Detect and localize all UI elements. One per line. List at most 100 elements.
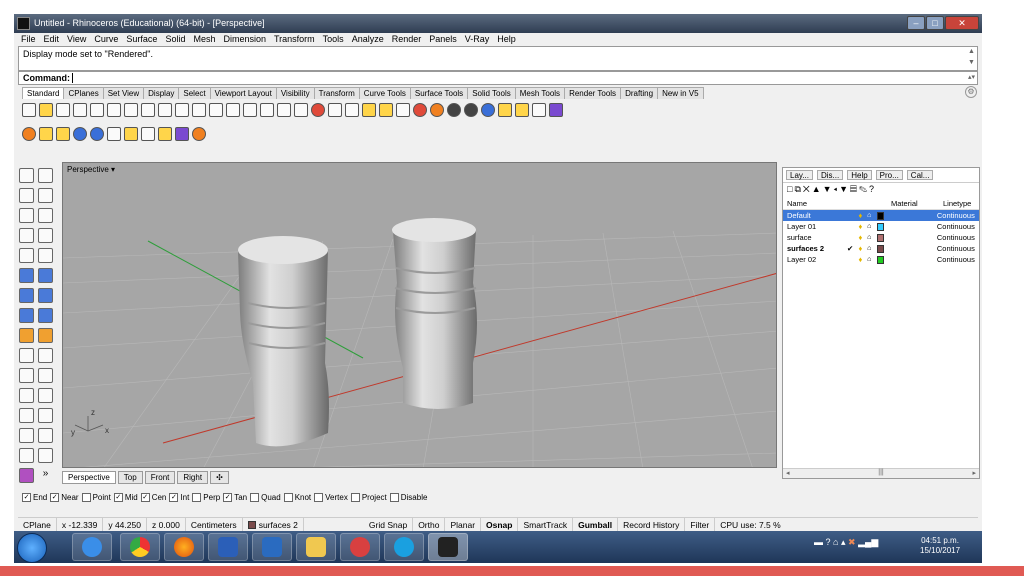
layer-name[interactable]: surfaces 2 [787, 244, 847, 253]
osnap-project[interactable]: Project [350, 492, 387, 502]
cylinder-icon[interactable] [19, 308, 34, 323]
close-button[interactable]: ✕ [945, 16, 979, 30]
osnap-int[interactable]: ✓ Int [169, 492, 189, 502]
taskbar-skype-icon[interactable] [384, 533, 424, 561]
sphere-icon[interactable] [38, 288, 53, 303]
zoom-icon[interactable] [209, 103, 223, 117]
delete-layer-icon[interactable]: ✕ [803, 184, 812, 194]
add-viewport-tab-icon[interactable]: ✣ [210, 471, 229, 484]
set-view-icon[interactable] [328, 103, 342, 117]
osnap-cen[interactable]: ✓ Cen [140, 492, 166, 502]
solid-tools-icon[interactable] [38, 308, 53, 323]
taskbar-rhino-icon[interactable] [428, 533, 468, 561]
tab-mesh-tools[interactable]: Mesh Tools [514, 87, 566, 99]
layer-row[interactable]: surfaces 2 ✔ ♦ ⌂ Continuous [783, 243, 979, 254]
tab-render-tools[interactable]: Render Tools [564, 87, 622, 99]
vray-render-icon[interactable] [73, 127, 87, 141]
layer-linetype[interactable]: Continuous [937, 233, 975, 242]
col-linetype[interactable]: Linetype [943, 199, 971, 208]
select-arrow-icon[interactable] [19, 168, 34, 183]
layer-name[interactable]: Layer 01 [787, 222, 847, 231]
tray-battery-icon[interactable]: ▬ [814, 537, 823, 547]
vray-frame-buffer-icon[interactable] [56, 127, 70, 141]
minimize-button[interactable]: – [907, 16, 925, 30]
scroll-right-icon[interactable]: ▸ [972, 469, 976, 478]
osnap-checkbox[interactable]: ✓ [113, 492, 123, 502]
menu-view[interactable]: View [67, 33, 86, 46]
zoom-extents-icon[interactable] [243, 103, 257, 117]
viewport-menu-dropdown-icon[interactable]: ▾ [111, 165, 115, 174]
tab-viewport-layout[interactable]: Viewport Layout [209, 87, 277, 99]
tab-select[interactable]: Select [178, 87, 211, 99]
join-icon[interactable] [19, 368, 34, 383]
osnap-tan[interactable]: ✓ Tan [223, 492, 247, 502]
split-icon[interactable] [38, 348, 53, 363]
panel-tab-properties[interactable]: Pro... [875, 170, 903, 180]
tab-set-view[interactable]: Set View [102, 87, 145, 99]
layer-tools-icon[interactable]: ▤ [850, 184, 859, 194]
layer-settings-icon[interactable]: ✎ [859, 184, 869, 194]
layer-color-swatch[interactable] [876, 244, 885, 253]
trim-icon[interactable] [19, 348, 34, 363]
layer-visible-bulb-icon[interactable]: ♦ [858, 233, 867, 242]
layer-color-swatch[interactable] [876, 255, 885, 264]
taskbar-firefox-icon[interactable] [164, 533, 204, 561]
rendered-display-icon[interactable] [464, 103, 478, 117]
undo-view-icon[interactable] [277, 103, 291, 117]
menu-panels[interactable]: Panels [429, 33, 457, 46]
menu-edit[interactable]: Edit [44, 33, 60, 46]
vray-light-icon[interactable] [107, 127, 121, 141]
four-viewports-icon[interactable] [294, 103, 308, 117]
layer-linetype[interactable]: Continuous [937, 255, 975, 264]
panel-tab-display[interactable]: Dis... [816, 170, 844, 180]
extrude-icon[interactable] [38, 268, 53, 283]
menu-analyze[interactable]: Analyze [352, 33, 384, 46]
col-material[interactable]: Material [891, 199, 943, 208]
taskbar-media-player-icon[interactable] [252, 533, 292, 561]
layer-linetype[interactable]: Continuous [937, 211, 975, 220]
tab-solid-tools[interactable]: Solid Tools [467, 87, 516, 99]
layer-row[interactable]: surface ♦ ⌂ Continuous [783, 232, 979, 243]
save-icon[interactable] [56, 103, 70, 117]
menu-dimension[interactable]: Dimension [223, 33, 266, 46]
layer-name[interactable]: Layer 02 [787, 255, 847, 264]
taskbar-clock[interactable]: 04:51 p.m. 15/10/2017 [920, 536, 960, 556]
undo-icon[interactable] [158, 103, 172, 117]
taskbar-ie-icon[interactable] [72, 533, 112, 561]
layer-visible-bulb-icon[interactable]: ♦ [858, 244, 867, 253]
history-scroll-down-icon[interactable]: ▼ [968, 59, 975, 66]
box-icon[interactable] [19, 288, 34, 303]
osnap-point[interactable]: Point [81, 492, 111, 502]
copy-object-icon[interactable] [38, 388, 53, 403]
surface-from-curves-icon[interactable] [19, 268, 34, 283]
move-down-icon[interactable]: ▼ [823, 184, 834, 194]
object-snap-icon[interactable] [345, 103, 359, 117]
more-tools-icon[interactable]: » [38, 468, 53, 483]
tools-icon[interactable] [532, 103, 546, 117]
cplane-icon[interactable] [311, 103, 325, 117]
group-icon[interactable] [19, 448, 34, 463]
vray-proxy-icon[interactable] [192, 127, 206, 141]
free-curve-icon[interactable] [38, 248, 53, 263]
vray-rt-icon[interactable] [90, 127, 104, 141]
pan-hand-icon[interactable] [175, 103, 189, 117]
layer-row[interactable]: Layer 01 ♦ ⌂ Continuous [783, 221, 979, 232]
edit-layers-icon[interactable] [413, 103, 427, 117]
scroll-thumb[interactable]: ||| [878, 469, 883, 478]
perspective-viewport[interactable]: x y z Perspective ▾ [62, 162, 777, 468]
move-up-icon[interactable]: ▲ [812, 184, 823, 194]
osnap-checkbox[interactable] [314, 492, 324, 502]
command-spin-icon[interactable]: ▴▾ [968, 73, 975, 81]
layer-unlock-icon[interactable]: ⌂ [867, 245, 877, 252]
osnap-checkbox[interactable]: ✓ [223, 492, 233, 502]
cylinder-object-1[interactable] [238, 236, 329, 447]
vptab-perspective[interactable]: Perspective [62, 471, 116, 484]
scroll-left-icon[interactable]: ◂ [786, 469, 790, 478]
layer-color-swatch[interactable] [876, 211, 885, 220]
taskbar-chrome-icon[interactable] [120, 533, 160, 561]
osnap-checkbox[interactable] [283, 492, 293, 502]
tray-expand-icon[interactable]: ▴ [841, 537, 846, 547]
cylinder-object-2[interactable] [392, 218, 477, 409]
export-icon[interactable] [90, 103, 104, 117]
osnap-checkbox[interactable] [250, 492, 260, 502]
